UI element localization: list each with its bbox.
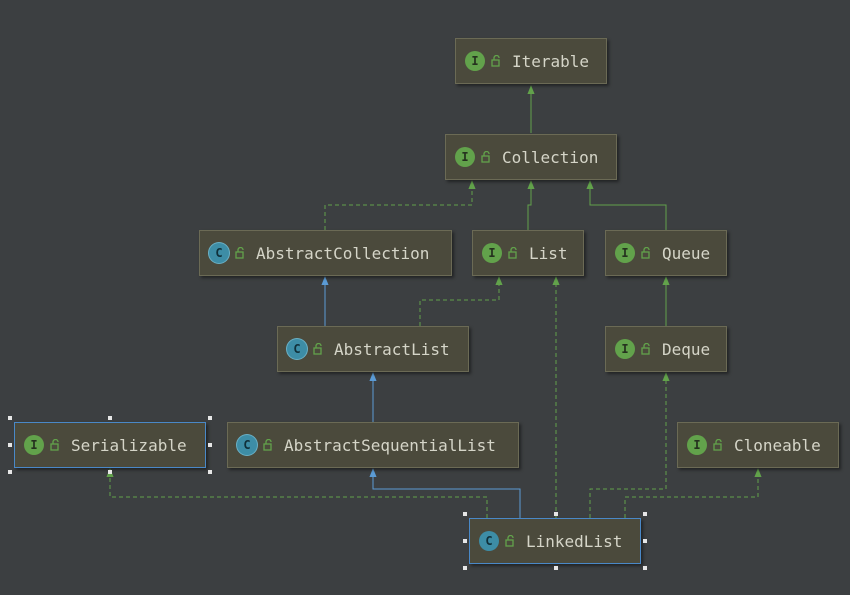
public-visibility-icon	[508, 247, 517, 259]
edge-linkedlist-abstractsequentiallist	[369, 468, 521, 518]
public-visibility-icon	[50, 439, 59, 451]
selection-handle[interactable]	[208, 443, 212, 447]
selection-handle[interactable]	[208, 470, 212, 474]
selection-handle[interactable]	[108, 470, 112, 474]
interface-icon: I	[615, 339, 635, 359]
edge-linkedlist-deque	[589, 372, 670, 518]
edge-linkedlist-cloneable	[624, 468, 762, 518]
node-label: LinkedList	[526, 531, 623, 551]
abstract-class-icon: C	[209, 243, 229, 263]
node-iterable[interactable]: I Iterable	[455, 38, 607, 84]
interface-icon: I	[24, 435, 44, 455]
node-queue[interactable]: I Queue	[605, 230, 727, 276]
public-visibility-icon	[313, 343, 322, 355]
node-label: AbstractSequentialList	[284, 435, 496, 455]
node-label: AbstractCollection	[256, 243, 430, 263]
interface-icon: I	[687, 435, 707, 455]
interface-icon: I	[615, 243, 635, 263]
public-visibility-icon	[505, 535, 514, 547]
interface-icon: I	[455, 147, 475, 167]
node-label: Deque	[662, 339, 711, 359]
abstract-class-icon: C	[237, 435, 257, 455]
selection-handle[interactable]	[643, 539, 647, 543]
public-visibility-icon	[235, 247, 244, 259]
node-cloneable[interactable]: I Cloneable	[677, 422, 839, 468]
selection-handle[interactable]	[8, 443, 12, 447]
selection-handle[interactable]	[463, 512, 467, 516]
node-label: AbstractList	[334, 339, 450, 359]
interface-icon: I	[482, 243, 502, 263]
interface-icon: I	[465, 51, 485, 71]
node-label: Iterable	[512, 51, 590, 71]
node-collection[interactable]: I Collection	[445, 134, 617, 180]
public-visibility-icon	[481, 151, 490, 163]
node-label: List	[529, 243, 568, 263]
public-visibility-icon	[641, 247, 650, 259]
node-deque[interactable]: I Deque	[605, 326, 727, 372]
edges-layer	[106, 85, 762, 518]
public-visibility-icon	[713, 439, 722, 451]
class-icon: C	[479, 531, 499, 551]
selection-handle[interactable]	[554, 512, 558, 516]
uml-diagram-canvas: I Iterable I Collection C AbstractCollec…	[0, 0, 850, 595]
edge-abstractlist-list	[419, 276, 503, 326]
node-label: Serializable	[71, 435, 187, 455]
edge-queue-collection	[586, 180, 667, 230]
node-list[interactable]: I List	[472, 230, 584, 276]
edge-list-collection	[527, 180, 535, 230]
node-label: Queue	[662, 243, 711, 263]
selection-handle[interactable]	[208, 416, 212, 420]
abstract-class-icon: C	[287, 339, 307, 359]
public-visibility-icon	[263, 439, 272, 451]
selection-handle[interactable]	[643, 566, 647, 570]
selection-handle[interactable]	[463, 539, 467, 543]
selection-handle[interactable]	[8, 470, 12, 474]
node-abstractcollection[interactable]: C AbstractCollection	[199, 230, 452, 276]
edge-abstractcollection-collection	[324, 180, 476, 230]
selection-handle[interactable]	[8, 416, 12, 420]
node-abstractlist[interactable]: C AbstractList	[277, 326, 469, 372]
node-label: Collection	[502, 147, 599, 167]
public-visibility-icon	[491, 55, 500, 67]
selection-handle[interactable]	[554, 566, 558, 570]
node-serializable[interactable]: I Serializable	[14, 422, 206, 468]
public-visibility-icon	[641, 343, 650, 355]
node-label: Cloneable	[734, 435, 821, 455]
selection-handle[interactable]	[108, 416, 112, 420]
edge-linkedlist-serializable	[106, 468, 488, 518]
node-linkedlist[interactable]: C LinkedList	[469, 518, 641, 564]
selection-handle[interactable]	[463, 566, 467, 570]
selection-handle[interactable]	[643, 512, 647, 516]
node-abstractsequentiallist[interactable]: C AbstractSequentialList	[227, 422, 519, 468]
